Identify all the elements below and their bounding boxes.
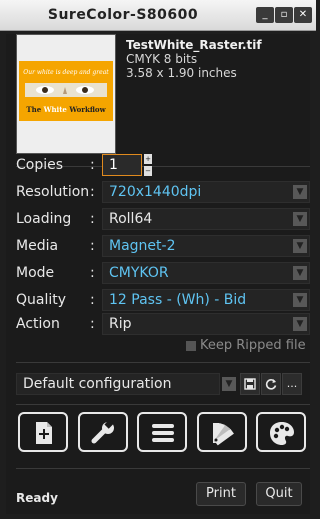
- save-config-button[interactable]: [240, 373, 260, 395]
- action-label: Action: [16, 316, 60, 332]
- media-value: Magnet-2: [109, 238, 176, 254]
- resolution-row: Resolution : 720x1440dpi ▼: [16, 181, 310, 203]
- add-page-icon: [36, 422, 52, 444]
- resolution-select[interactable]: 720x1440dpi ▼: [102, 181, 310, 203]
- quality-value: 12 Pass - (Wh) - Bid: [109, 292, 247, 308]
- mode-select[interactable]: CMYKOR ▼: [102, 262, 310, 284]
- add-page-button[interactable]: [18, 412, 68, 452]
- action-colon: :: [90, 316, 95, 332]
- reload-config-button[interactable]: [261, 373, 281, 395]
- mode-value: CMYKOR: [109, 265, 169, 281]
- thumbnail-artwork: Our white is deep and great The White Wo…: [19, 61, 113, 121]
- action-row: Action : Rip ▼: [16, 313, 310, 335]
- thumbnail-bottom-text: The White Workflow: [19, 105, 113, 114]
- thumbnail-text-the: The: [26, 105, 44, 114]
- action-value: Rip: [109, 316, 132, 332]
- copies-label: Copies: [16, 157, 64, 173]
- loading-label: Loading: [16, 211, 72, 227]
- file-name: TestWhite_Raster.tif: [126, 38, 262, 52]
- status-text: Ready: [16, 491, 58, 505]
- checkbox-box[interactable]: [186, 341, 196, 351]
- chevron-down-icon[interactable]: ▼: [222, 377, 236, 391]
- chevron-down-icon[interactable]: ▼: [293, 317, 307, 331]
- image-thumbnail: Our white is deep and great The White Wo…: [16, 34, 116, 154]
- minimize-button[interactable]: _: [256, 7, 274, 23]
- print-button[interactable]: Print: [196, 482, 246, 506]
- quality-colon: :: [90, 292, 95, 308]
- resolution-label: Resolution: [16, 184, 90, 200]
- save-icon: [244, 378, 256, 390]
- loading-select[interactable]: Roll64 ▼: [102, 208, 310, 230]
- mode-colon: :: [90, 265, 95, 281]
- quality-select[interactable]: 12 Pass - (Wh) - Bid ▼: [102, 289, 310, 311]
- chevron-down-icon[interactable]: ▼: [293, 266, 307, 280]
- settings-button[interactable]: [78, 412, 128, 452]
- mode-label: Mode: [16, 265, 55, 281]
- window-title: SureColor-S80600: [47, 7, 199, 23]
- wrench-icon: [91, 420, 114, 444]
- file-dimensions: 3.58 x 1.90 inches: [126, 66, 237, 80]
- copies-colon: :: [90, 157, 95, 173]
- palette-icon: [270, 422, 294, 445]
- media-colon: :: [90, 238, 95, 254]
- divider: [16, 468, 310, 469]
- loading-row: Loading : Roll64 ▼: [16, 208, 310, 230]
- copies-value: 1: [109, 157, 118, 173]
- copies-row: Copies : 1 + −: [16, 154, 310, 176]
- title-bar: SureColor-S80600 _ ▫ ✕: [0, 0, 316, 31]
- decrement-button[interactable]: −: [144, 166, 152, 176]
- color-swatch-icon: [213, 423, 234, 446]
- media-label: Media: [16, 238, 59, 254]
- chevron-down-icon[interactable]: ▼: [293, 212, 307, 226]
- thumbnail-top-text: Our white is deep and great: [23, 69, 109, 76]
- main-panel: Our white is deep and great The White Wo…: [6, 34, 310, 514]
- chevron-down-icon[interactable]: ▼: [293, 293, 307, 307]
- increment-button[interactable]: +: [144, 154, 152, 164]
- keep-ripped-label: Keep Ripped file: [200, 338, 306, 353]
- copies-input[interactable]: 1: [102, 154, 142, 176]
- file-info: TestWhite_Raster.tif CMYK 8 bits 3.58 x …: [126, 38, 262, 80]
- loading-value: Roll64: [109, 211, 153, 227]
- quality-label: Quality: [16, 292, 67, 308]
- loading-colon: :: [90, 211, 95, 227]
- resolution-value: 720x1440dpi: [109, 184, 202, 200]
- file-color-mode: CMYK 8 bits: [126, 52, 198, 66]
- thumbnail-text-white: White: [43, 105, 67, 114]
- list-icon: [152, 424, 174, 442]
- thumbnail-text-workflow: Workflow: [66, 105, 106, 114]
- copies-stepper[interactable]: + −: [144, 154, 152, 176]
- configuration-select[interactable]: Default configuration: [16, 373, 220, 395]
- quality-row: Quality : 12 Pass - (Wh) - Bid ▼: [16, 289, 310, 311]
- queue-button[interactable]: [137, 412, 187, 452]
- color-swatch-button[interactable]: [197, 412, 247, 452]
- media-row: Media : Magnet-2 ▼: [16, 235, 310, 257]
- action-select[interactable]: Rip ▼: [102, 313, 310, 335]
- media-select[interactable]: Magnet-2 ▼: [102, 235, 310, 257]
- palette-button[interactable]: [256, 412, 306, 452]
- quit-button[interactable]: Quit: [256, 482, 302, 506]
- divider: [16, 404, 310, 405]
- chevron-down-icon[interactable]: ▼: [293, 239, 307, 253]
- close-button[interactable]: ✕: [294, 7, 312, 23]
- maximize-button[interactable]: ▫: [275, 7, 293, 23]
- divider: [16, 362, 310, 363]
- thumbnail-eyes-art: [25, 83, 107, 97]
- mode-row: Mode : CMYKOR ▼: [16, 262, 310, 284]
- configuration-value: Default configuration: [23, 376, 172, 392]
- more-config-button[interactable]: ...: [282, 373, 302, 395]
- resolution-colon: :: [90, 184, 95, 200]
- refresh-icon: [265, 379, 277, 390]
- chevron-down-icon[interactable]: ▼: [293, 185, 307, 199]
